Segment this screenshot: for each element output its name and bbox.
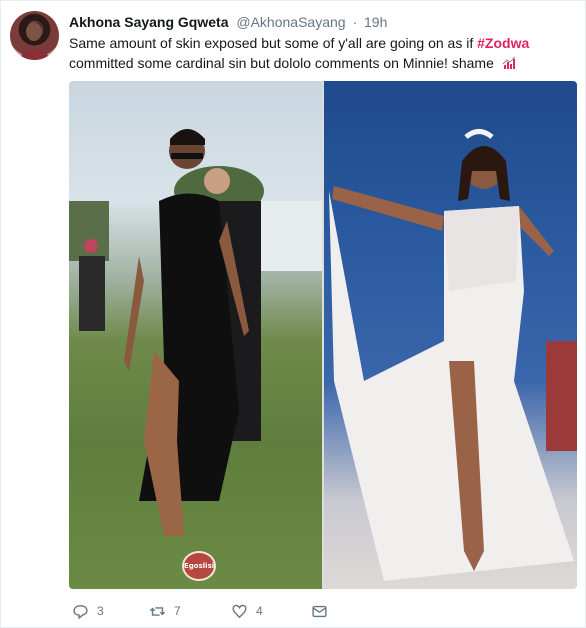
retweet-icon: [149, 606, 166, 616]
tweet-actions: 3 7 4: [69, 601, 369, 621]
watermark-badge: Egoslisi: [182, 551, 216, 581]
envelope-icon: [312, 605, 327, 617]
tweet-text-part2: committed some cardinal sin but dololo c…: [69, 55, 494, 71]
avatar-image: [20, 21, 50, 60]
retweet-button[interactable]: 7: [149, 601, 181, 621]
hashtag-link[interactable]: #Zodwa: [477, 35, 529, 51]
reply-count: 3: [97, 604, 104, 618]
heart-icon: [232, 604, 247, 618]
tweet-card[interactable]: Akhona Sayang Gqweta @AkhonaSayang · 19h…: [0, 0, 586, 628]
retweet-count: 7: [174, 604, 181, 618]
photo-right-scene: [329, 129, 577, 581]
reply-button[interactable]: 3: [72, 601, 104, 621]
separator-dot: ·: [352, 14, 358, 30]
photo-left[interactable]: Egoslisi: [69, 81, 322, 589]
like-button[interactable]: 4: [231, 601, 263, 621]
tweet-text-part1: Same amount of skin exposed but some of …: [69, 35, 478, 51]
user-handle[interactable]: @AkhonaSayang: [236, 14, 345, 30]
photo-right[interactable]: [324, 81, 577, 589]
tweet-media[interactable]: Egoslisi: [69, 81, 577, 589]
reply-icon: [73, 604, 88, 619]
tweet-header: Akhona Sayang Gqweta @AkhonaSayang · 19h: [69, 13, 387, 31]
chart-emoji-icon: [501, 55, 517, 71]
direct-message-button[interactable]: [311, 601, 328, 621]
tweet-text: Same amount of skin exposed but some of …: [69, 33, 569, 73]
photo-left-scene: [69, 129, 322, 536]
display-name[interactable]: Akhona Sayang Gqweta: [69, 14, 228, 30]
avatar[interactable]: [10, 11, 59, 60]
tweet-timestamp[interactable]: 19h: [364, 14, 387, 30]
like-count: 4: [256, 604, 263, 618]
